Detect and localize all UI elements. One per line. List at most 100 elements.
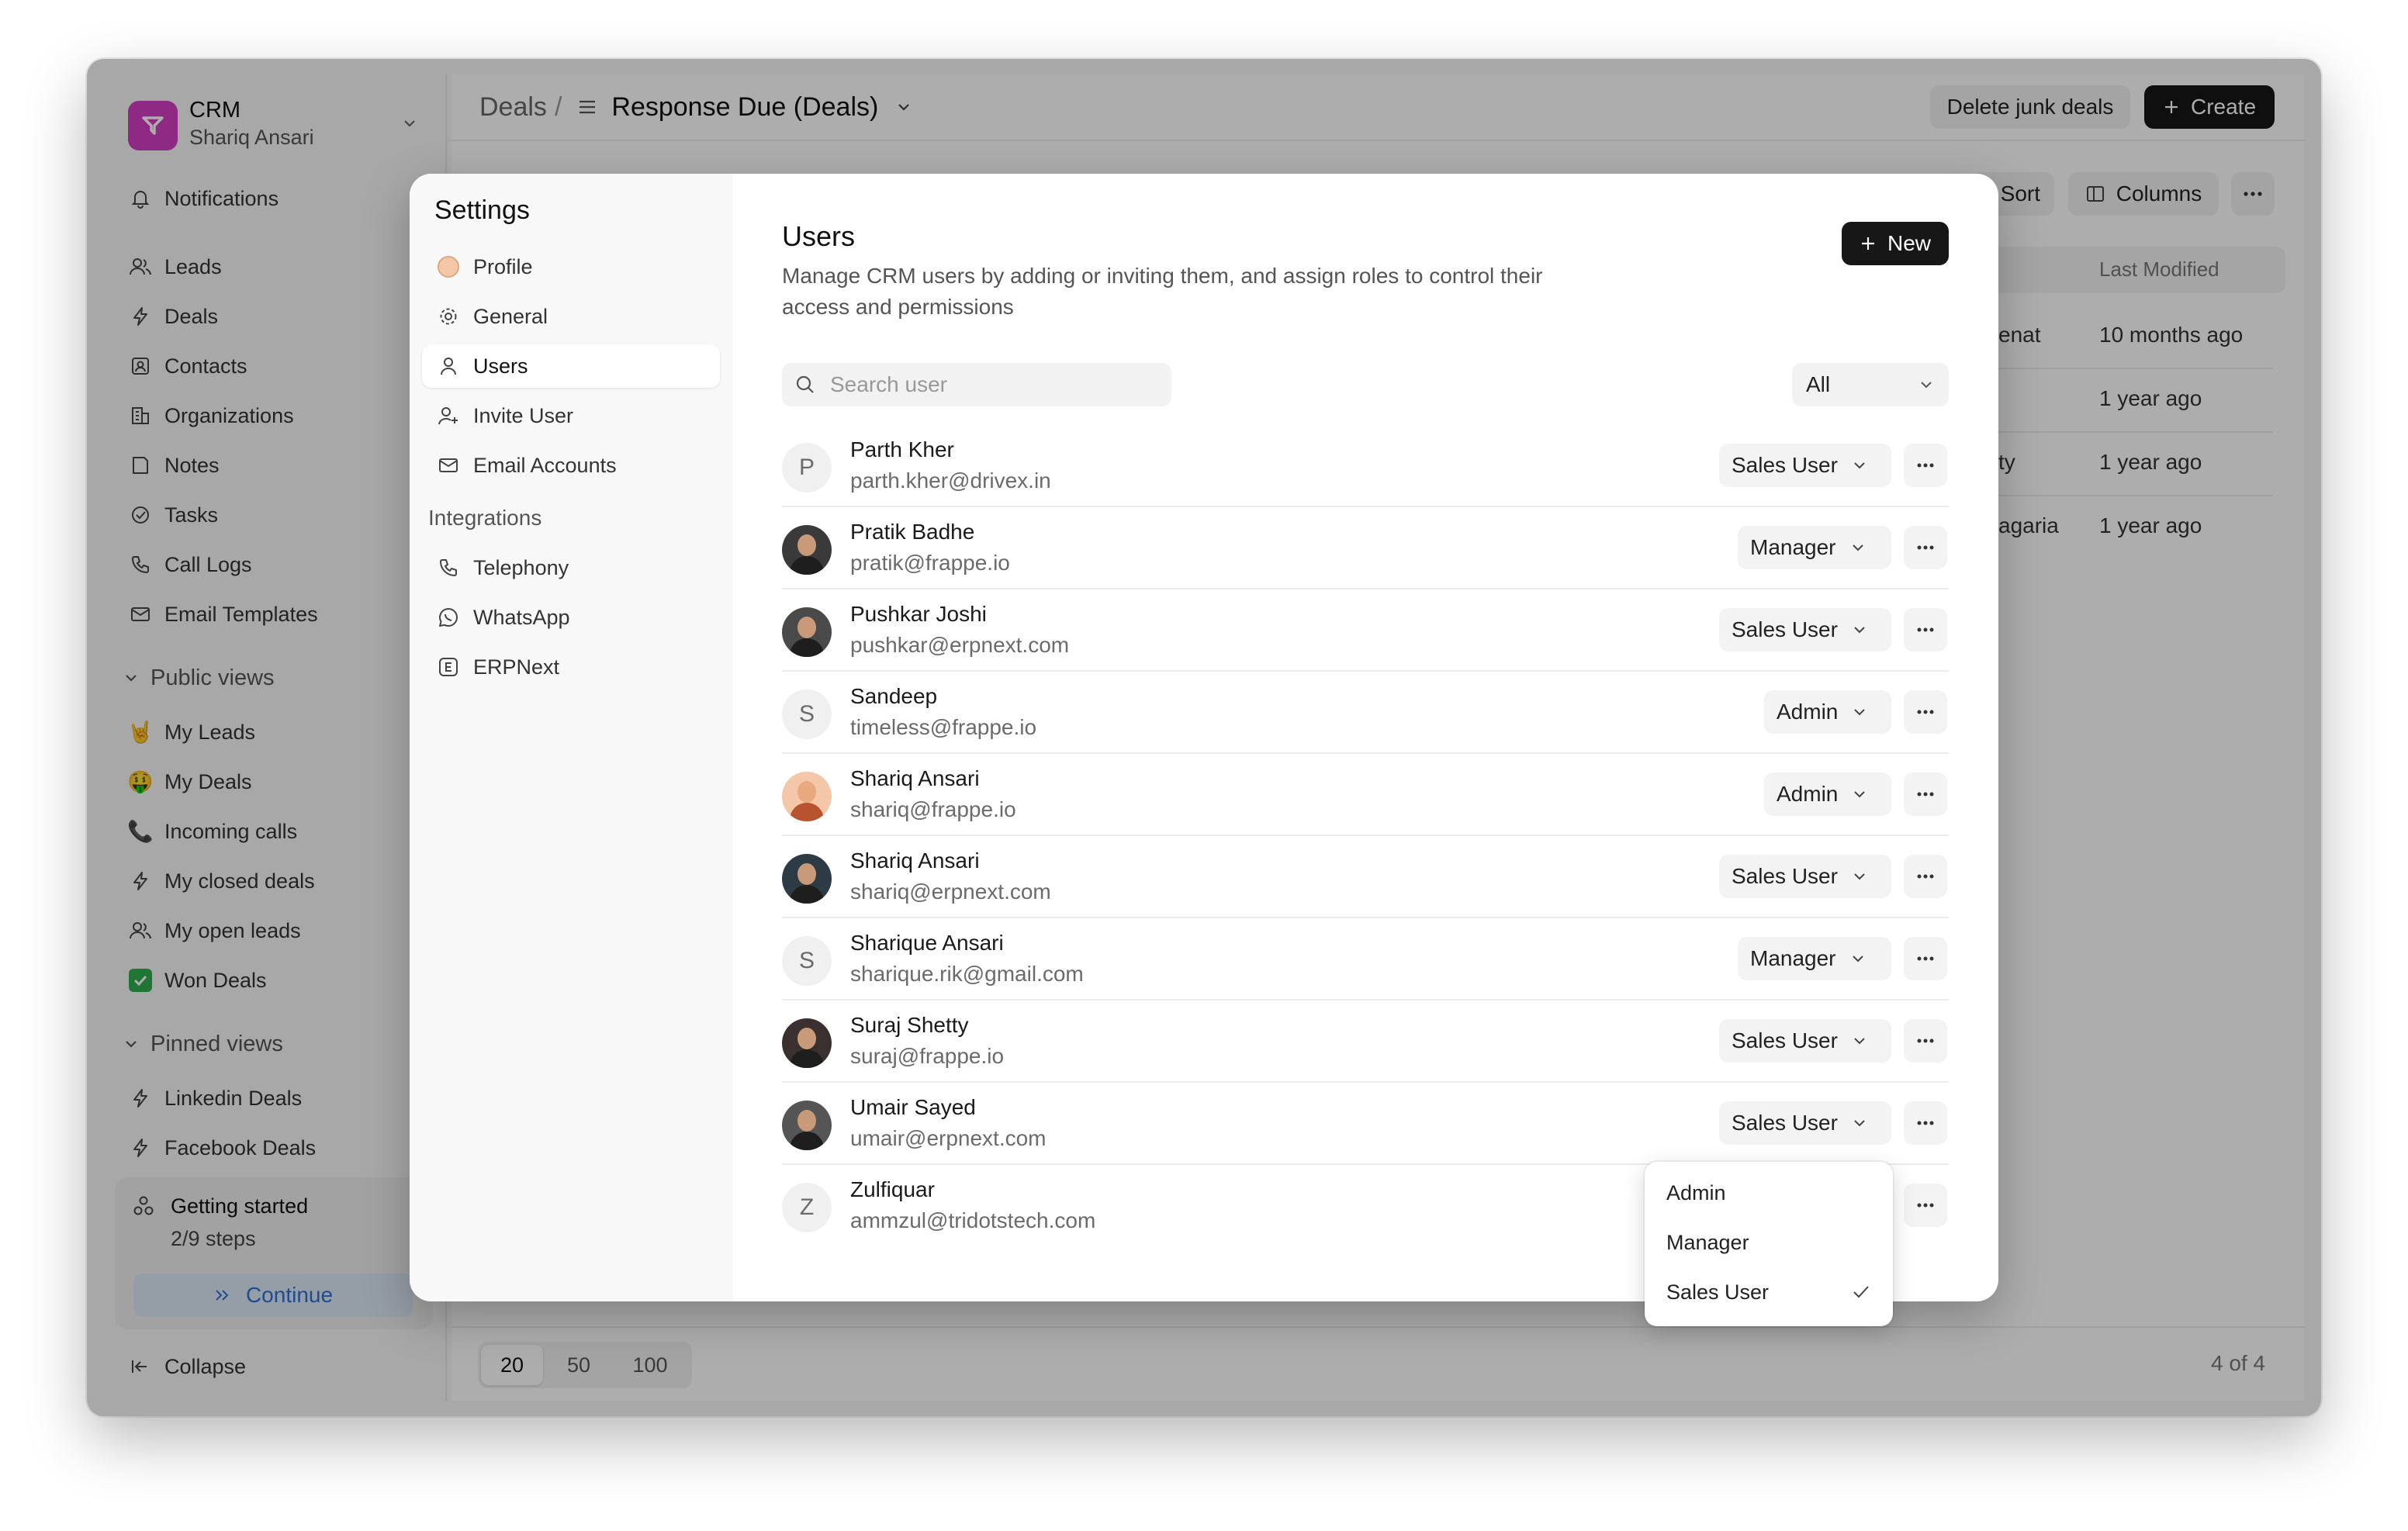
ellipsis-icon bbox=[1916, 462, 1935, 468]
role-label: Manager bbox=[1750, 535, 1836, 559]
user-row[interactable]: Pushkar Joshi pushkar@erpnext.com Sales Us… bbox=[782, 594, 1949, 676]
user-more-button[interactable] bbox=[1904, 690, 1947, 734]
user-row[interactable]: S Sandeep timeless@frappe.io Admin bbox=[782, 676, 1949, 759]
nav-label: Telephony bbox=[473, 555, 569, 579]
user-row[interactable]: Pratik Badhe pratik@frappe.io Manager bbox=[782, 512, 1949, 594]
role-option-manager[interactable]: Manager bbox=[1652, 1219, 1885, 1266]
chevron-down-icon bbox=[1852, 458, 1867, 473]
role-label: Admin bbox=[1777, 700, 1839, 724]
user-more-button[interactable] bbox=[1904, 1184, 1947, 1227]
row-divider bbox=[782, 1081, 1949, 1083]
user-more-button[interactable] bbox=[1904, 855, 1947, 898]
option-label: Manager bbox=[1666, 1230, 1749, 1254]
settings-nav-erpnext[interactable]: ERPNext bbox=[422, 645, 720, 689]
settings-nav-profile[interactable]: Profile bbox=[422, 245, 720, 289]
user-row[interactable]: Umair Sayed umair@erpnext.com Sales User bbox=[782, 1087, 1949, 1170]
nav-label: Invite User bbox=[473, 403, 574, 427]
role-select[interactable]: Sales User bbox=[1719, 855, 1891, 898]
nav-label: Users bbox=[473, 354, 528, 378]
chevron-down-icon bbox=[1852, 786, 1867, 802]
avatar-body bbox=[790, 1132, 824, 1150]
user-more-button[interactable] bbox=[1904, 772, 1947, 816]
user-more-button[interactable] bbox=[1904, 1101, 1947, 1145]
button-label: New bbox=[1887, 231, 1931, 255]
user-name: Shariq Ansari bbox=[850, 848, 980, 873]
plus-icon bbox=[1860, 235, 1877, 252]
role-select[interactable]: Sales User bbox=[1719, 1019, 1891, 1063]
avatar-head bbox=[797, 863, 816, 885]
user-email: sharique.rik@gmail.com bbox=[850, 962, 1084, 986]
user-email: ammzul@tridotstech.com bbox=[850, 1208, 1096, 1232]
role-select[interactable]: Admin bbox=[1764, 772, 1891, 816]
user-more-button[interactable] bbox=[1904, 444, 1947, 487]
user-name: Sandeep bbox=[850, 684, 938, 708]
role-label: Sales User bbox=[1732, 864, 1838, 888]
role-dropdown-menu: Admin Manager Sales User bbox=[1645, 1162, 1893, 1326]
role-select[interactable]: Manager bbox=[1738, 937, 1891, 980]
user-email: pushkar@erpnext.com bbox=[850, 633, 1070, 657]
role-label: Sales User bbox=[1732, 1111, 1838, 1135]
row-divider bbox=[782, 670, 1949, 672]
role-label: Manager bbox=[1750, 946, 1836, 970]
avatar bbox=[782, 772, 832, 821]
role-select[interactable]: Manager bbox=[1738, 526, 1891, 569]
ellipsis-icon bbox=[1916, 1038, 1935, 1044]
option-label: Admin bbox=[1666, 1180, 1726, 1204]
role-label: Sales User bbox=[1732, 453, 1838, 477]
phone-icon bbox=[436, 555, 461, 580]
avatar-body bbox=[790, 556, 824, 575]
user-row[interactable]: Suraj Shetty suraj@frappe.io Sales User bbox=[782, 1005, 1949, 1087]
ellipsis-icon bbox=[1916, 873, 1935, 880]
avatar bbox=[782, 1018, 832, 1068]
chevron-down-icon bbox=[1852, 704, 1867, 720]
avatar-body bbox=[790, 1049, 824, 1068]
role-option-sales-user[interactable]: Sales User bbox=[1652, 1269, 1885, 1315]
user-name: Umair Sayed bbox=[850, 1095, 976, 1119]
role-filter-select[interactable]: All bbox=[1792, 363, 1949, 406]
row-divider bbox=[782, 752, 1949, 754]
settings-nav-email-accounts[interactable]: Email Accounts bbox=[422, 444, 720, 487]
search-icon bbox=[794, 374, 816, 396]
settings-nav-invite-user[interactable]: Invite User bbox=[422, 394, 720, 437]
option-label: Sales User bbox=[1666, 1280, 1770, 1304]
chevron-down-icon bbox=[1918, 376, 1935, 393]
role-select[interactable]: Sales User bbox=[1719, 608, 1891, 651]
erpnext-icon bbox=[436, 655, 461, 679]
role-select[interactable]: Sales User bbox=[1719, 444, 1891, 487]
avatar-head bbox=[797, 1028, 816, 1049]
role-select[interactable]: Admin bbox=[1764, 690, 1891, 734]
settings-nav-whatsapp[interactable]: WhatsApp bbox=[422, 596, 720, 639]
row-divider bbox=[782, 835, 1949, 836]
new-user-button[interactable]: New bbox=[1842, 222, 1949, 265]
user-icon bbox=[436, 354, 461, 378]
user-more-button[interactable] bbox=[1904, 1019, 1947, 1063]
avatar-head bbox=[797, 534, 816, 556]
user-row[interactable]: P Parth Kher parth.kher@drivex.in Sales Use… bbox=[782, 430, 1949, 512]
users-title: Users bbox=[782, 220, 856, 252]
settings-nav-general[interactable]: General bbox=[422, 295, 720, 338]
user-name: Suraj Shetty bbox=[850, 1013, 969, 1037]
search-user-input[interactable]: Search user bbox=[782, 363, 1171, 406]
role-option-admin[interactable]: Admin bbox=[1652, 1170, 1885, 1216]
settings-nav-telephony[interactable]: Telephony bbox=[422, 546, 720, 589]
user-email: pratik@frappe.io bbox=[850, 551, 1010, 575]
user-more-button[interactable] bbox=[1904, 937, 1947, 980]
avatar bbox=[782, 607, 832, 657]
avatar-head bbox=[797, 617, 816, 638]
user-email: timeless@frappe.io bbox=[850, 715, 1037, 739]
user-more-button[interactable] bbox=[1904, 526, 1947, 569]
search-placeholder: Search user bbox=[830, 372, 947, 396]
user-more-button[interactable] bbox=[1904, 608, 1947, 651]
settings-nav-users[interactable]: Users bbox=[422, 344, 720, 388]
ellipsis-icon bbox=[1916, 709, 1935, 715]
user-row[interactable]: S Sharique Ansari sharique.rik@gmail.com Ma… bbox=[782, 923, 1949, 1005]
user-row[interactable]: Shariq Ansari shariq@erpnext.com Sales Use… bbox=[782, 841, 1949, 923]
ellipsis-icon bbox=[1916, 791, 1935, 797]
user-name: Parth Kher bbox=[850, 437, 954, 461]
avatar-head bbox=[797, 1110, 816, 1132]
profile-avatar-icon bbox=[436, 254, 461, 279]
user-email: parth.kher@drivex.in bbox=[850, 468, 1051, 492]
ellipsis-icon bbox=[1916, 627, 1935, 633]
user-row[interactable]: Shariq Ansari shariq@frappe.io Admin bbox=[782, 759, 1949, 841]
role-select[interactable]: Sales User bbox=[1719, 1101, 1891, 1145]
